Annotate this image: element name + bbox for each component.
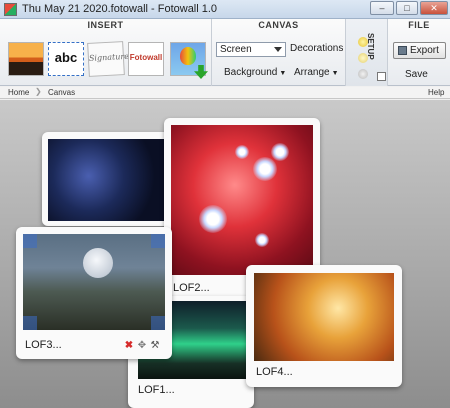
caret-down-icon: ▼ — [279, 70, 287, 77]
background-label: Background — [224, 67, 278, 78]
ribbon: INSERT abc Signature Fotowall CANVAS Scr… — [0, 19, 450, 86]
close-button[interactable]: ✕ — [420, 1, 448, 15]
canvas-mode-value: Screen — [220, 44, 252, 55]
star-shape — [199, 205, 227, 233]
title-bar: Thu May 21 2020.fotowall - Fotowall 1.0 … — [0, 0, 450, 19]
breadcrumb: Home ❯ Canvas Help — [0, 87, 450, 99]
red-nebula-photo — [171, 125, 313, 275]
insert-picture-button[interactable] — [8, 42, 44, 76]
photo-caption[interactable]: LOF4... — [256, 366, 293, 378]
star-shape — [235, 145, 249, 159]
photo-caption[interactable]: LOF1... — [138, 384, 175, 396]
boy-and-moon-photo — [23, 234, 165, 330]
breadcrumb-home[interactable]: Home — [8, 88, 29, 97]
resize-handle[interactable] — [23, 234, 37, 248]
canvas-group-title: CANVAS — [258, 20, 299, 30]
photo-caption[interactable]: LOF3... — [25, 339, 62, 351]
photo-card[interactable]: LOF4... — [246, 265, 402, 387]
moon-shape — [83, 248, 113, 278]
restore-button[interactable]: □ — [396, 1, 418, 15]
photo-caption[interactable]: LOF2... — [173, 282, 210, 294]
photo-card-selected[interactable]: LOF3... ✖ ✥ ⚒ — [16, 227, 172, 359]
insert-group-title: INSERT — [87, 20, 124, 30]
file-group: FILE Export Save — [388, 19, 450, 86]
background-button[interactable]: Background ▼ — [224, 67, 286, 78]
canvas-group: CANVAS Screen Decorations▼ Background▼ A… — [212, 19, 352, 86]
delete-icon[interactable]: ✖ — [124, 341, 134, 351]
minimize-button[interactable]: – — [370, 1, 394, 15]
autumn-forest-photo — [254, 273, 394, 361]
arrange-button[interactable]: Arrange ▼ — [294, 67, 339, 78]
setup-label: SETUP — [366, 33, 375, 60]
decorations-label: Decorations — [290, 43, 344, 54]
app-icon — [4, 3, 17, 16]
star-shape — [271, 143, 289, 161]
resize-handle[interactable] — [151, 234, 165, 248]
save-button[interactable]: Save — [405, 69, 428, 80]
galaxy-photo — [48, 139, 164, 221]
setup-group: SETUP — [346, 19, 388, 86]
help-link[interactable]: Help — [428, 88, 444, 97]
insert-image-download-button[interactable] — [170, 42, 208, 79]
resize-handle[interactable] — [23, 316, 37, 330]
file-group-title: FILE — [408, 20, 430, 30]
setup-checkbox[interactable] — [377, 72, 386, 81]
caret-down-icon: ▼ — [331, 70, 339, 77]
insert-webcam-button[interactable]: Fotowall — [128, 42, 164, 76]
window-title: Thu May 21 2020.fotowall - Fotowall 1.0 — [22, 3, 218, 15]
chevron-down-icon — [274, 47, 282, 52]
canvas-mode-select[interactable]: Screen — [216, 42, 286, 57]
export-label: Export — [410, 45, 439, 56]
item-toolbar: ✖ ✥ ⚒ — [124, 341, 168, 353]
resize-handle[interactable] — [151, 316, 165, 330]
star-shape — [255, 233, 269, 247]
decorations-button[interactable]: Decorations▼ — [290, 43, 352, 54]
breadcrumb-separator-icon: ❯ — [35, 87, 42, 96]
breadcrumb-canvas[interactable]: Canvas — [48, 88, 75, 97]
download-arrow-icon — [194, 65, 208, 79]
insert-group: INSERT abc Signature Fotowall — [0, 19, 212, 86]
photo-card[interactable] — [42, 132, 170, 226]
star-shape — [253, 157, 277, 181]
rotate-icon[interactable]: ✥ — [137, 341, 147, 351]
export-button[interactable]: Export — [393, 42, 446, 59]
lightbulb-off-icon[interactable] — [358, 69, 368, 79]
canvas-area[interactable]: LOF2... LOF1... LOF3... ✖ ✥ ⚒ LOF4... — [0, 100, 450, 408]
export-icon — [398, 46, 407, 55]
insert-wordart-button[interactable]: Signature — [87, 41, 129, 77]
insert-text-button[interactable]: abc — [48, 42, 84, 76]
settings-icon[interactable]: ⚒ — [150, 341, 160, 351]
arrange-label: Arrange — [294, 67, 330, 78]
balloon-icon — [180, 47, 196, 65]
